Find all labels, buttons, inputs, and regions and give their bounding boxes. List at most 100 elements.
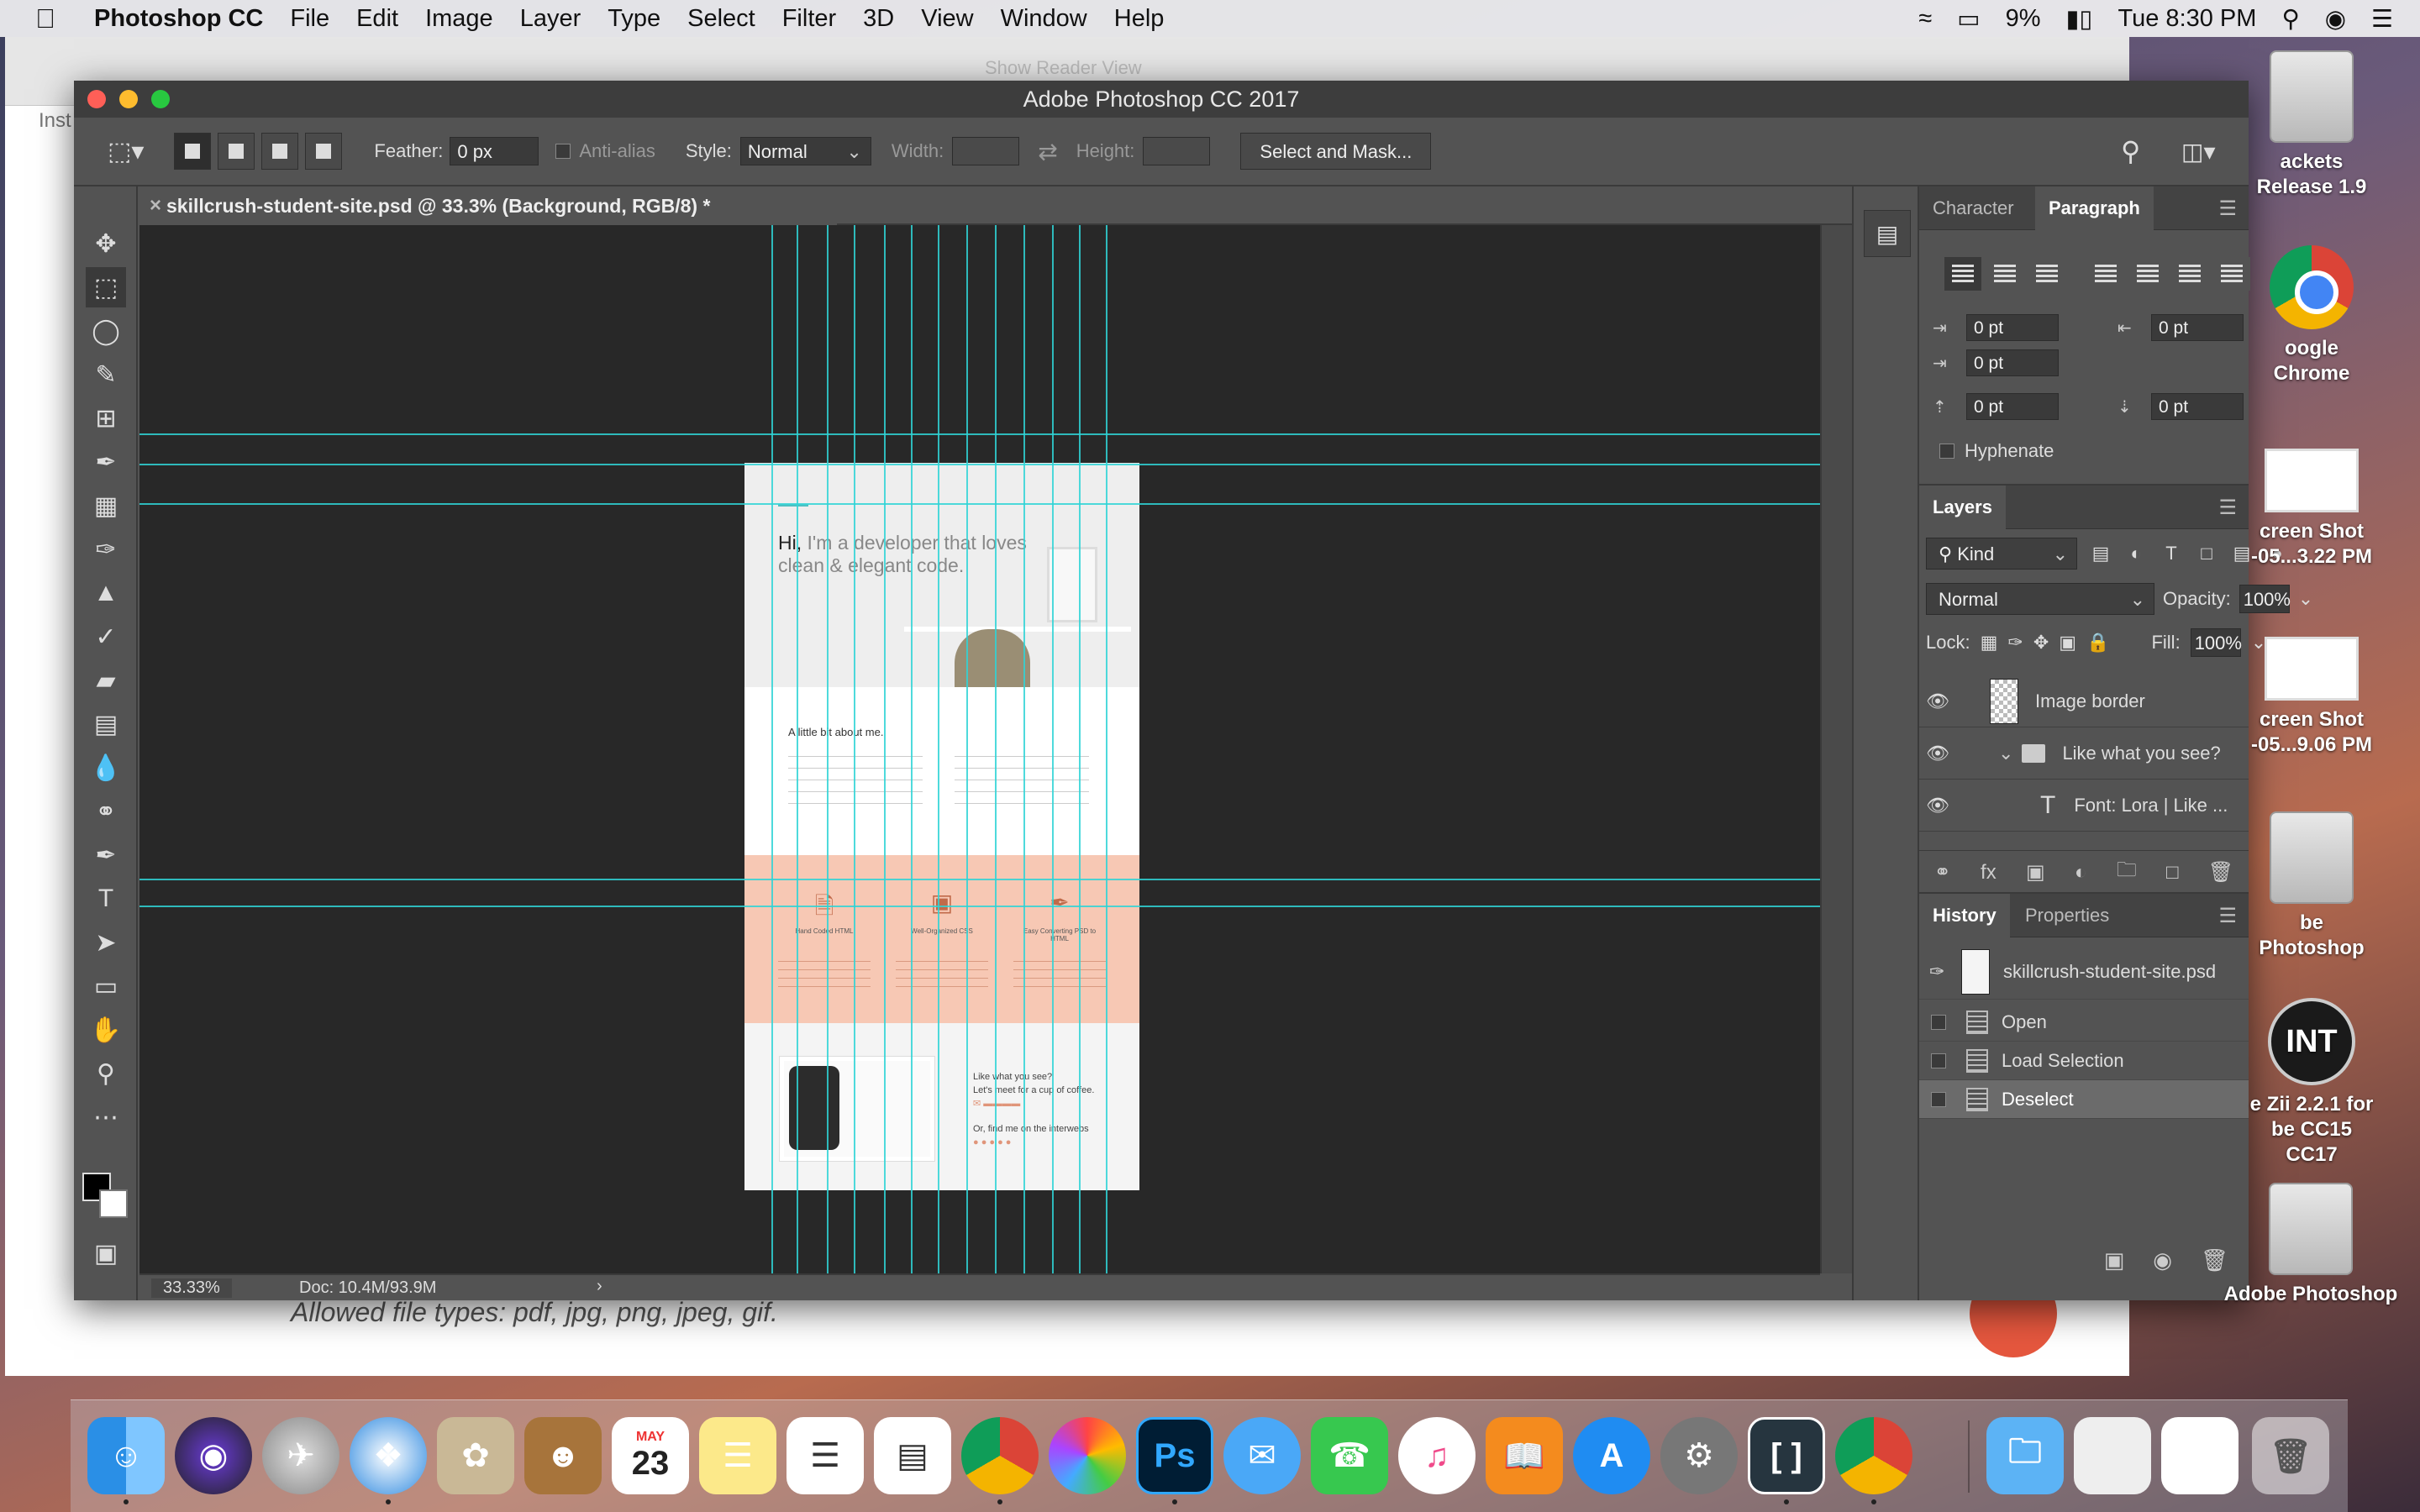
desktop-icon-chrome[interactable]: oogle Chrome (2249, 245, 2375, 386)
layer-row[interactable]: 👁 ⌄ Like what you see? (1919, 727, 2249, 780)
photoshop-dock-icon[interactable]: Ps (1136, 1417, 1213, 1494)
canvas-vertical-scrollbar[interactable] (1820, 225, 1852, 1273)
menu-file[interactable]: File (290, 5, 329, 33)
more-tools-icon[interactable]: ⋯ (86, 1097, 126, 1137)
history-snapshot[interactable]: ✑ skillcrush-student-site.psd (1919, 944, 2249, 1000)
browser-window-thumbnail[interactable] (2161, 1417, 2238, 1494)
blend-mode-select[interactable]: Normal ⌄ (1926, 583, 2154, 615)
marquee-preset-icon[interactable]: ⬚▾ (108, 137, 144, 166)
layer-row[interactable]: 👁 T Font: Lora | Like ... (1919, 780, 2249, 832)
vertical-guide[interactable] (1052, 225, 1054, 1273)
delete-layer-icon[interactable]: 🗑 (2208, 860, 2233, 885)
space-before-input[interactable]: 0 pt (1966, 393, 2059, 420)
filter-pixel-layers-icon[interactable]: ▤ (2089, 542, 2112, 565)
justify-last-left-button[interactable] (2087, 257, 2124, 291)
intersect-selection-button[interactable] (305, 133, 343, 170)
fill-input[interactable]: 100% (2190, 628, 2242, 657)
airplay-icon[interactable]: ▭ (1957, 4, 1980, 34)
layer-group-name[interactable]: Like what you see? (2062, 743, 2220, 764)
trash-icon[interactable]: 🗑 (2252, 1417, 2329, 1494)
history-source-checkbox[interactable] (1931, 1014, 1946, 1030)
zoom-tool-icon[interactable]: ⚲ (86, 1053, 126, 1094)
horizontal-guide[interactable] (139, 433, 1820, 435)
vertical-guide[interactable] (966, 225, 968, 1273)
menu-view[interactable]: View (921, 5, 973, 33)
eyedropper-tool-icon[interactable]: ✒ (86, 442, 126, 482)
style-select[interactable]: Normal ⌄ (739, 137, 871, 165)
hand-tool-icon[interactable]: ✋ (86, 1010, 126, 1050)
opacity-input[interactable]: 100% (2238, 585, 2291, 613)
desktop-icon-adobe-photoshop[interactable]: Adobe Photoshop (2218, 1183, 2403, 1307)
dodge-tool-icon[interactable]: ⚭ (86, 791, 126, 832)
zoom-window-button[interactable] (151, 90, 170, 108)
layer-style-fx-icon[interactable]: fx (1981, 861, 1996, 885)
tab-layers[interactable]: Layers (1919, 486, 2006, 529)
type-tool-icon[interactable]: T (86, 879, 126, 919)
tab-paragraph[interactable]: Paragraph (2035, 186, 2154, 230)
glyphs-panel-icon[interactable]: ▤ (1864, 210, 1911, 257)
vertical-guide[interactable] (938, 225, 939, 1273)
chevron-down-icon[interactable]: ⌄ (2298, 588, 2313, 610)
vertical-guide[interactable] (771, 225, 773, 1273)
align-right-button[interactable] (2028, 257, 2065, 291)
clone-stamp-tool-icon[interactable]: ▲ (86, 573, 126, 613)
filter-shape-layers-icon[interactable]: □ (2195, 542, 2218, 565)
document-tab[interactable]: × skillcrush-student-site.psd @ 33.3% (B… (139, 186, 837, 225)
brackets-icon[interactable]: [ ] (1748, 1417, 1825, 1494)
feather-input[interactable]: 0 px (450, 137, 539, 165)
antialias-checkbox[interactable] (555, 144, 571, 159)
chevron-right-icon[interactable]: › (597, 1277, 602, 1296)
layer-name[interactable]: Image border (2035, 690, 2145, 712)
new-document-from-state-icon[interactable]: ▣ (2104, 1247, 2125, 1273)
tab-history[interactable]: History (1919, 894, 2010, 937)
app-store-icon[interactable]: A (1573, 1417, 1650, 1494)
justify-last-right-button[interactable] (2171, 257, 2208, 291)
filter-type-layers-icon[interactable]: T (2160, 542, 2183, 565)
rectangular-marquee-tool-icon[interactable]: ⬚ (86, 267, 126, 307)
chevron-down-icon[interactable]: ⌄ (1998, 743, 2013, 764)
new-layer-icon[interactable]: □ (2166, 861, 2179, 885)
align-center-button[interactable] (1986, 257, 2023, 291)
visibility-eye-icon[interactable]: 👁 (1919, 795, 1956, 816)
desktop-icon-brackets[interactable]: ackets Release 1.9 (2249, 50, 2375, 200)
siri-icon[interactable]: ◉ (175, 1417, 252, 1494)
clock[interactable]: Tue 8:30 PM (2118, 5, 2256, 33)
workspace-switcher-icon[interactable]: ◫▾ (2181, 138, 2216, 165)
battery-icon[interactable]: ▮▯ (2066, 4, 2093, 34)
blur-tool-icon[interactable]: 💧 (86, 748, 126, 788)
swap-dimensions-icon[interactable]: ⇄ (1038, 138, 1057, 165)
mail-stamp-icon[interactable]: ✿ (437, 1417, 514, 1494)
new-selection-button[interactable] (174, 133, 212, 170)
desktop-icon-screenshot-2[interactable]: creen Shot -05...9.06 PM (2249, 637, 2375, 758)
panel-menu-icon[interactable]: ☰ (2218, 197, 2237, 221)
create-snapshot-icon[interactable]: ◉ (2153, 1247, 2172, 1273)
vertical-guide[interactable] (1106, 225, 1107, 1273)
layer-row[interactable]: 👁 Image border (1919, 675, 2249, 727)
hyphenate-checkbox[interactable] (1939, 444, 1954, 459)
indent-first-line-input[interactable]: 0 pt (1966, 349, 2059, 376)
horizontal-guide[interactable] (139, 879, 1820, 880)
vertical-guide[interactable] (797, 225, 798, 1273)
history-brush-source-icon[interactable]: ✑ (1929, 961, 1954, 983)
horizontal-guide[interactable] (139, 503, 1820, 505)
history-brush-tool-icon[interactable]: ✓ (86, 617, 126, 657)
new-adjustment-layer-icon[interactable]: ◐ (2075, 861, 2087, 885)
menu-app-name[interactable]: Photoshop CC (94, 5, 263, 33)
tab-character[interactable]: Character (1919, 186, 2028, 230)
pen-tool-icon[interactable]: ✒ (86, 835, 126, 875)
siri-icon[interactable]: ◉ (2325, 4, 2346, 34)
space-after-input[interactable]: 0 pt (2151, 393, 2244, 420)
zoom-level-field[interactable]: 33.33% (151, 1278, 232, 1298)
visibility-eye-icon[interactable]: 👁 (1919, 743, 1956, 764)
vertical-guide[interactable] (884, 225, 886, 1273)
new-group-icon[interactable]: 🗀 (2117, 855, 2137, 890)
menu-image[interactable]: Image (425, 5, 493, 33)
notification-center-icon[interactable]: ☰ (2371, 4, 2393, 34)
layer-name[interactable]: Font: Lora | Like ... (2074, 795, 2228, 816)
preview-icon[interactable]: ▤ (874, 1417, 951, 1494)
wifi-icon[interactable]: ≈ (1918, 5, 1932, 33)
notes-icon[interactable]: ☰ (699, 1417, 776, 1494)
vertical-guide[interactable] (995, 225, 997, 1273)
panel-menu-icon[interactable]: ☰ (2218, 496, 2237, 520)
rectangle-tool-icon[interactable]: ▭ (86, 966, 126, 1006)
